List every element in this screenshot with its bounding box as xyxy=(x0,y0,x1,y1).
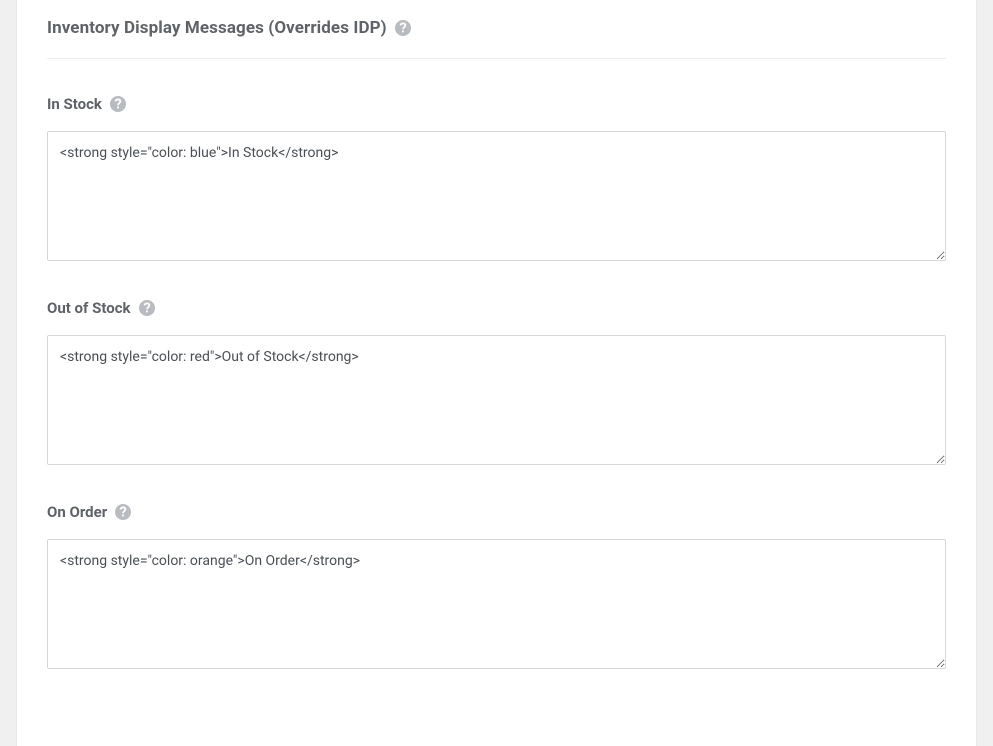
field-in-stock: In Stock xyxy=(47,95,946,265)
in-stock-label: In Stock xyxy=(47,95,102,113)
field-out-of-stock: Out of Stock xyxy=(47,299,946,469)
field-label-row: Out of Stock xyxy=(47,299,946,317)
on-order-label: On Order xyxy=(47,503,107,521)
help-icon[interactable] xyxy=(110,96,126,112)
settings-panel: Inventory Display Messages (Overrides ID… xyxy=(16,0,977,746)
on-order-textarea[interactable] xyxy=(47,539,946,669)
section-header: Inventory Display Messages (Overrides ID… xyxy=(47,0,946,59)
section-title: Inventory Display Messages (Overrides ID… xyxy=(47,18,387,38)
field-label-row: In Stock xyxy=(47,95,946,113)
in-stock-textarea[interactable] xyxy=(47,131,946,261)
out-of-stock-label: Out of Stock xyxy=(47,299,131,317)
field-on-order: On Order xyxy=(47,503,946,673)
help-icon[interactable] xyxy=(115,504,131,520)
help-icon[interactable] xyxy=(139,300,155,316)
help-icon[interactable] xyxy=(395,20,411,36)
out-of-stock-textarea[interactable] xyxy=(47,335,946,465)
field-label-row: On Order xyxy=(47,503,946,521)
